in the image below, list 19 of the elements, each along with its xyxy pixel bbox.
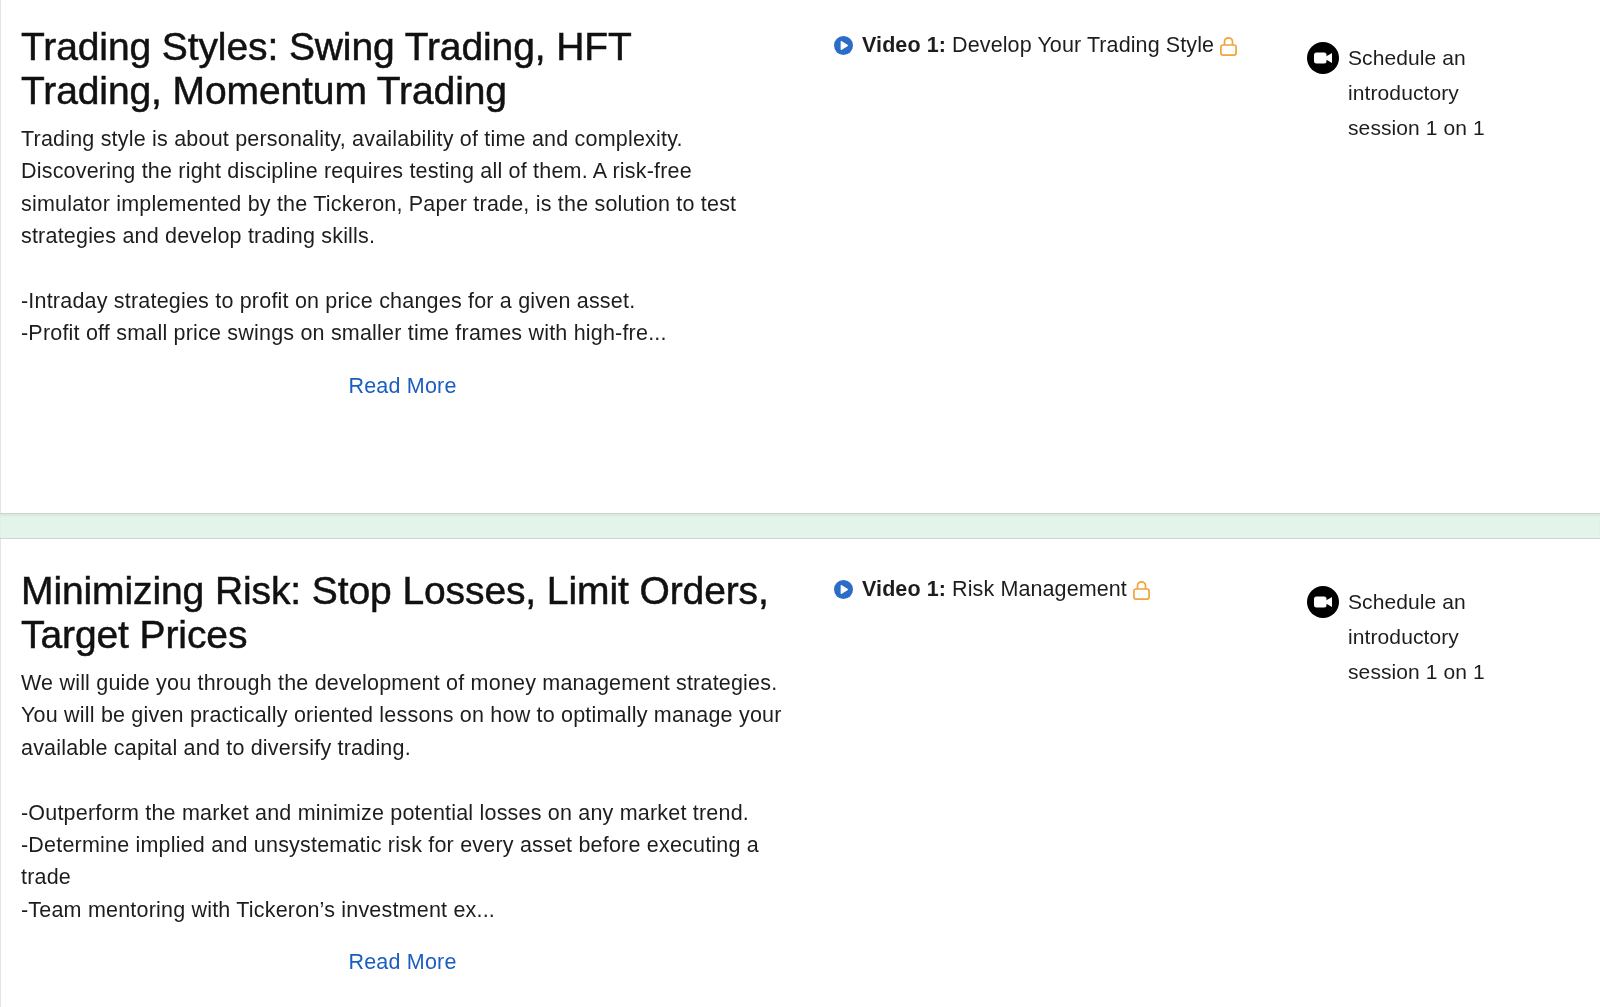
- schedule-link[interactable]: Schedule an introductory session 1 on 1: [1348, 40, 1508, 145]
- course-description: We will guide you through the development of money management strategies. You will be given practically oriented lessons on how to optimally manage your available capital and to diversify trading.: [21, 670, 783, 762]
- course-title: Trading Styles: Swing Trading, HFT Trading, Momentum Trading: [21, 25, 632, 113]
- course-title: Minimizing Risk: Stop Losses, Limit Orders, Target Prices: [21, 569, 770, 657]
- video-link[interactable]: Video 1: Develop Your Trading Style: [862, 29, 1215, 61]
- bullet-point: -Intraday strategies to profit on price changes for a given asset.: [21, 288, 637, 315]
- bullet-point: -Team mentoring with Tickeron’s investment ex...: [21, 896, 497, 924]
- schedule-link[interactable]: Schedule an introductory session 1 on 1: [1348, 584, 1508, 689]
- play-icon: [834, 579, 853, 599]
- course-description: Trading style is about personality, availability of time and complexity. Discovering the right discipline requires testing all of them. A risk-free simulator implemented by the Tickeron, Paper trade, is the solution to test strategies and develop trading skills.: [21, 126, 738, 251]
- bullet-point: -Profit off small price swings on smaller time frames with high-fre...: [21, 320, 668, 348]
- read-more-link[interactable]: Read More: [348, 369, 457, 402]
- bullet-point: -Outperform the market and minimize potential losses on any market trend.: [21, 799, 750, 827]
- bullet-point: -Determine implied and unsystematic risk for every asset before executing a trade: [21, 832, 760, 892]
- video-camera-icon: [1307, 586, 1339, 618]
- play-icon: [834, 35, 853, 55]
- video-camera-icon: [1307, 42, 1339, 74]
- read-more-link[interactable]: Read More: [348, 946, 457, 979]
- video-link[interactable]: Video 1: Risk Management: [862, 573, 1127, 605]
